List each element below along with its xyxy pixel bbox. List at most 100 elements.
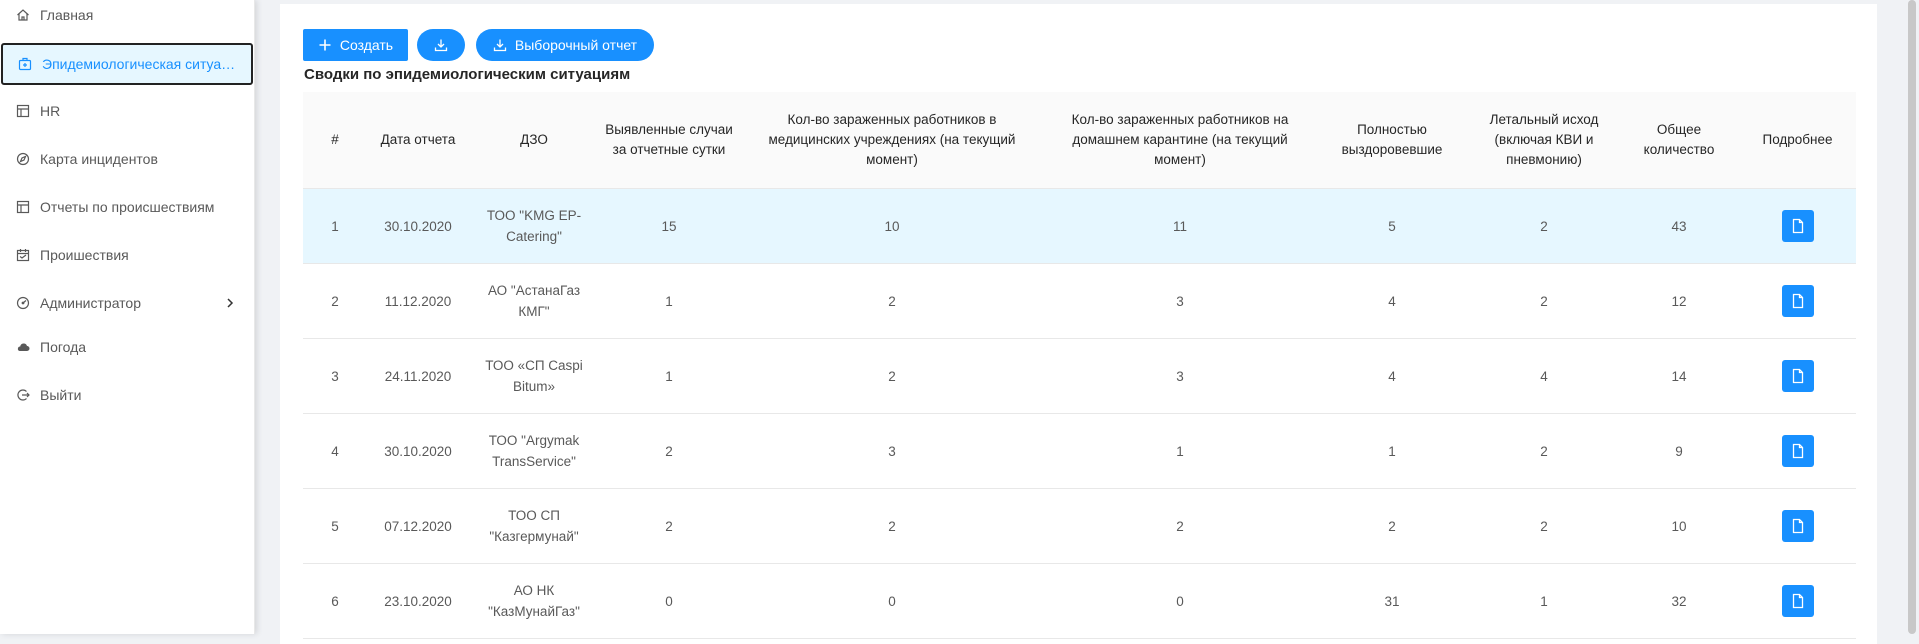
cell-infected-hospital: 0	[888, 593, 896, 609]
cell-infected-hospital: 2	[888, 518, 896, 534]
sidebar: Главная Эпидемиологическая ситуация HR К…	[0, 0, 255, 634]
header-detected-cases[interactable]: Выявленные случаи за отчетные сутки	[599, 92, 739, 188]
cell-detected-cases: 2	[665, 443, 673, 459]
cell-dzo: АО НК "КазМунайГаз"	[488, 583, 580, 619]
cell-dzo: ТОО "KMG EP-Catering"	[486, 208, 582, 244]
sidebar-item-epidemiology[interactable]: Эпидемиологическая ситуация	[1, 43, 253, 85]
file-icon	[1792, 593, 1803, 609]
summary-table: # Дата отчета ДЗО Выявленные случаи за о…	[303, 92, 1856, 639]
cell-details	[1739, 414, 1856, 488]
details-button[interactable]	[1781, 510, 1814, 542]
file-icon	[1792, 293, 1803, 309]
download-icon	[493, 39, 507, 52]
cell-detected-cases: 15	[661, 218, 677, 234]
cell-recovered: 4	[1388, 293, 1396, 309]
details-button[interactable]	[1781, 585, 1814, 617]
cell-recovered: 2	[1388, 518, 1396, 534]
sidebar-item-weather[interactable]: Погода	[0, 327, 254, 367]
cell-report-date: 30.10.2020	[384, 443, 452, 459]
custom-report-button-label: Выборочный отчет	[514, 37, 638, 53]
sidebar-item-logout[interactable]: Выйти	[0, 375, 254, 415]
compass-icon	[16, 152, 30, 166]
header-index[interactable]: #	[303, 92, 367, 188]
cell-report-date: 24.11.2020	[384, 368, 452, 384]
cell-total: 10	[1671, 518, 1687, 534]
cell-fatal: 2	[1540, 518, 1548, 534]
cell-recovered: 31	[1384, 593, 1400, 609]
cell-fatal: 2	[1540, 443, 1548, 459]
sidebar-item-incident-map[interactable]: Карта инцидентов	[0, 139, 254, 179]
scrollbar-thumb[interactable]	[1908, 0, 1916, 634]
sidebar-item-label: Отчеты по происшествиям	[40, 199, 215, 215]
cell-detected-cases: 1	[665, 368, 673, 384]
cell-fatal: 2	[1540, 293, 1548, 309]
details-button[interactable]	[1781, 285, 1814, 317]
table-header: # Дата отчета ДЗО Выявленные случаи за о…	[303, 92, 1856, 189]
header-report-date[interactable]: Дата отчета	[367, 92, 469, 188]
sidebar-item-label: Проишествия	[40, 247, 129, 263]
cell-fatal: 1	[1540, 593, 1548, 609]
details-button[interactable]	[1781, 435, 1814, 467]
cell-details	[1739, 189, 1856, 263]
cell-index: 2	[331, 293, 339, 309]
create-button-label: Создать	[339, 37, 394, 53]
cell-dzo: ТОО СП "Казгермунай"	[489, 508, 579, 544]
cell-total: 14	[1671, 368, 1687, 384]
cell-fatal: 4	[1540, 368, 1548, 384]
cell-details	[1739, 264, 1856, 338]
sidebar-item-hr[interactable]: HR	[0, 91, 254, 131]
cell-dzo: ТОО «СП Caspi Bitum»	[485, 358, 583, 394]
cell-infected-quarantine: 11	[1172, 218, 1187, 234]
header-recovered[interactable]: Полностью выздоровевшие	[1315, 92, 1469, 188]
cell-fatal: 2	[1540, 218, 1548, 234]
cell-infected-hospital: 2	[888, 368, 896, 384]
table-row[interactable]: 5 07.12.2020 ТОО СП "Казгермунай" 2 2 2 …	[303, 489, 1856, 564]
sidebar-item-label: Эпидемиологическая ситуация	[42, 56, 242, 72]
cell-detected-cases: 2	[665, 518, 673, 534]
table-row[interactable]: 1 30.10.2020 ТОО "KMG EP-Catering" 15 10…	[303, 189, 1856, 264]
sidebar-item-label: Карта инцидентов	[40, 151, 158, 167]
details-button[interactable]	[1781, 210, 1814, 242]
table-row[interactable]: 4 30.10.2020 ТОО "Argymak TransService" …	[303, 414, 1856, 489]
calendar-icon	[16, 248, 30, 262]
sidebar-item-incidents[interactable]: Проишествия	[0, 235, 254, 275]
create-button[interactable]: Создать	[303, 29, 408, 61]
cell-dzo: ТОО "Argymak TransService"	[488, 433, 580, 469]
home-icon	[16, 8, 30, 22]
cell-details	[1739, 564, 1856, 638]
sidebar-item-admin[interactable]: Администратор	[0, 283, 254, 323]
table-row[interactable]: 6 23.10.2020 АО НК "КазМунайГаз" 0 0 0 3…	[303, 564, 1856, 639]
header-fatal[interactable]: Летальный исход (включая КВИ и пневмонию…	[1469, 92, 1619, 188]
download-button[interactable]	[417, 29, 465, 61]
sidebar-item-label: HR	[40, 103, 61, 119]
file-icon	[1792, 518, 1803, 534]
sidebar-item-incident-reports[interactable]: Отчеты по происшествиям	[0, 187, 254, 227]
vertical-scrollbar[interactable]	[1906, 0, 1919, 634]
table-row[interactable]: 2 11.12.2020 АО "АстанаГаз КМГ" 1 2 3 4 …	[303, 264, 1856, 339]
cell-recovered: 4	[1388, 368, 1396, 384]
cell-details	[1739, 489, 1856, 563]
cell-index: 4	[331, 443, 339, 459]
sidebar-item-home[interactable]: Главная	[0, 0, 254, 35]
header-infected-hospital[interactable]: Кол-во зараженных работников в медицинск…	[739, 92, 1045, 188]
cell-report-date: 23.10.2020	[384, 593, 452, 609]
file-icon	[1792, 443, 1803, 459]
header-dzo[interactable]: ДЗО	[469, 92, 599, 188]
cell-index: 5	[331, 518, 339, 534]
file-icon	[1792, 368, 1803, 384]
main-card: Создать Выборочный отчет Сводки по эпиде…	[280, 4, 1877, 644]
details-button[interactable]	[1781, 360, 1814, 392]
custom-report-button[interactable]: Выборочный отчет	[476, 29, 654, 61]
cell-index: 6	[331, 593, 339, 609]
header-infected-quarantine[interactable]: Кол-во зараженных работников на домашнем…	[1045, 92, 1315, 188]
header-total[interactable]: Общее количество	[1619, 92, 1739, 188]
cell-index: 1	[331, 218, 339, 234]
cell-total: 12	[1671, 293, 1687, 309]
table-row[interactable]: 3 24.11.2020 ТОО «СП Caspi Bitum» 1 2 3 …	[303, 339, 1856, 414]
cell-report-date: 11.12.2020	[384, 293, 452, 309]
chevron-right-icon	[227, 298, 234, 308]
cell-report-date: 07.12.2020	[384, 518, 452, 534]
cell-infected-hospital: 10	[884, 218, 900, 234]
section-title: Сводки по эпидемиологическим ситуациям	[304, 66, 631, 83]
cell-infected-quarantine: 3	[1176, 293, 1184, 309]
